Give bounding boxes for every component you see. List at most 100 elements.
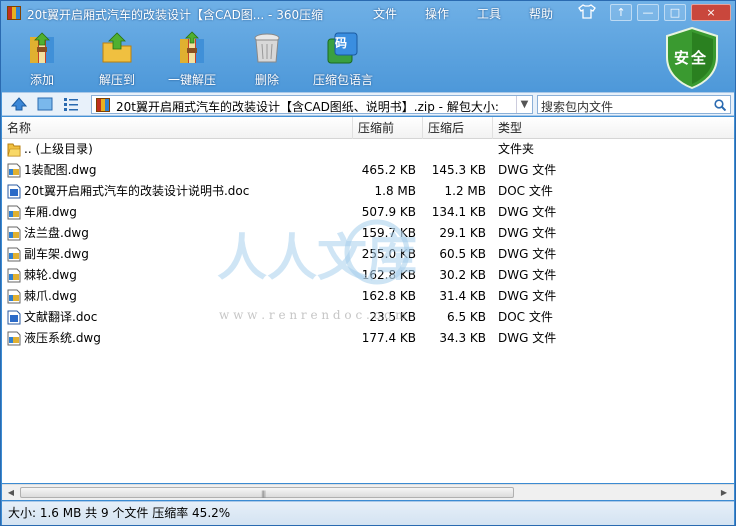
file-row[interactable]: 棘轮.dwg 162.8 KB 30.2 KB DWG 文件 — [2, 265, 734, 286]
search-icon[interactable] — [714, 99, 726, 111]
up-arrow-icon[interactable] — [11, 97, 27, 111]
file-row[interactable]: 棘爪.dwg 162.8 KB 31.4 KB DWG 文件 — [2, 286, 734, 307]
trash-can-icon — [254, 33, 280, 63]
compressed-size: 31.4 KB — [439, 289, 486, 303]
column-original-size[interactable]: 压缩前 — [353, 117, 423, 139]
extract-folder-icon — [102, 32, 132, 63]
compressed-size: 145.3 KB — [431, 163, 486, 177]
list-header: 名称 压缩前 压缩后 类型 — [2, 117, 734, 139]
feedback-button[interactable]: ↑ — [610, 4, 632, 21]
scroll-left-icon[interactable]: ◀ — [5, 487, 17, 499]
address-bar-row: 20t翼开启厢式汽车的改装设计【含CAD图纸、说明书】.zip - 解包大小: … — [2, 92, 734, 116]
archive-language-label: 压缩包语言 — [312, 73, 373, 87]
file-name: 法兰盘.dwg — [24, 226, 89, 240]
security-shield-button[interactable]: 安全 — [665, 26, 719, 90]
original-size: 23.5 KB — [369, 310, 416, 324]
file-type: DWG 文件 — [498, 331, 557, 345]
minimize-button[interactable]: — — [637, 4, 659, 21]
file-name: 文献翻译.doc — [24, 310, 98, 324]
file-type: DOC 文件 — [498, 184, 553, 198]
language-badge: 码 — [335, 36, 348, 50]
file-row[interactable]: 文献翻译.doc 23.5 KB 6.5 KB DOC 文件 — [2, 307, 734, 328]
chevron-down-icon[interactable]: ▼ — [516, 96, 532, 113]
menu-tools[interactable]: 工具 — [477, 5, 501, 22]
file-row[interactable]: 液压系统.dwg 177.4 KB 34.3 KB DWG 文件 — [2, 328, 734, 349]
file-type: 文件夹 — [498, 142, 535, 156]
menu-operate[interactable]: 操作 — [425, 5, 449, 22]
original-size: 255.0 KB — [361, 247, 416, 261]
file-name: 副车架.dwg — [24, 247, 89, 261]
grip-icon: ||| — [261, 490, 266, 498]
search-input[interactable]: 搜索包内文件 — [537, 95, 731, 114]
file-row[interactable]: .. (上级目录) 文件夹 — [2, 139, 734, 160]
delete-label: 删除 — [254, 73, 279, 87]
app-window: 20t翼开启厢式汽车的改装设计【含CAD图... - 360压缩 文件 操作 工… — [0, 0, 736, 526]
file-type: DWG 文件 — [498, 289, 557, 303]
file-name: 车厢.dwg — [24, 205, 77, 219]
file-row[interactable]: 副车架.dwg 255.0 KB 60.5 KB DWG 文件 — [2, 244, 734, 265]
file-type: DWG 文件 — [498, 268, 557, 282]
file-name: 液压系统.dwg — [24, 331, 101, 345]
file-type: DWG 文件 — [498, 226, 557, 240]
title-bar[interactable]: 20t翼开启厢式汽车的改装设计【含CAD图... - 360压缩 文件 操作 工… — [1, 1, 735, 25]
add-label: 添加 — [29, 73, 54, 87]
path-field[interactable]: 20t翼开启厢式汽车的改装设计【含CAD图纸、说明书】.zip - 解包大小: … — [91, 95, 533, 114]
archive-file-icon — [96, 98, 110, 112]
file-type: DOC 文件 — [498, 310, 553, 324]
file-type: DWG 文件 — [498, 247, 557, 261]
file-name: .. (上级目录) — [24, 142, 93, 156]
search-placeholder: 搜索包内文件 — [541, 100, 614, 114]
horizontal-scrollbar[interactable]: ◀ ||| ▶ — [2, 484, 734, 500]
scroll-right-icon[interactable]: ▶ — [718, 487, 730, 499]
skin-shirt-icon[interactable] — [576, 4, 598, 21]
security-label: 安全 — [674, 49, 709, 67]
file-list[interactable]: 名称 压缩前 压缩后 类型 .. (上级目录) 文件夹 1装配图.dwg 465.2 … — [2, 117, 734, 483]
close-button[interactable]: × — [691, 4, 731, 21]
compressed-size: 30.2 KB — [439, 268, 486, 282]
file-name: 棘轮.dwg — [24, 268, 77, 282]
extract-to-button[interactable]: 解压到 — [82, 31, 152, 89]
extract-to-label: 解压到 — [98, 73, 135, 87]
status-bar: 大小: 1.6 MB 共 9 个文件 压缩率 45.2% — [2, 501, 734, 525]
one-click-extract-button[interactable]: 一键解压 — [157, 31, 227, 89]
file-name: 棘爪.dwg — [24, 289, 77, 303]
menu-help[interactable]: 帮助 — [529, 5, 553, 22]
one-click-extract-label: 一键解压 — [167, 73, 216, 87]
file-name: 20t翼开启厢式汽车的改装设计说明书.doc — [24, 184, 250, 198]
original-size: 177.4 KB — [361, 331, 416, 345]
compressed-size: 60.5 KB — [439, 247, 486, 261]
compressed-size: 1.2 MB — [444, 184, 486, 198]
column-name[interactable]: 名称 — [2, 117, 353, 139]
original-size: 465.2 KB — [361, 163, 416, 177]
one-click-extract-icon — [180, 31, 204, 63]
large-icon-view-icon[interactable] — [37, 97, 53, 111]
file-type: DWG 文件 — [498, 205, 557, 219]
original-size: 159.7 KB — [361, 226, 416, 240]
column-compressed-size[interactable]: 压缩后 — [423, 117, 493, 139]
delete-button[interactable]: 删除 — [232, 31, 302, 89]
file-row[interactable]: 20t翼开启厢式汽车的改装设计说明书.doc 1.8 MB 1.2 MB DOC 文件 — [2, 181, 734, 202]
file-row[interactable]: 车厢.dwg 507.9 KB 134.1 KB DWG 文件 — [2, 202, 734, 223]
scrollbar-thumb[interactable]: ||| — [20, 487, 514, 498]
menu-file[interactable]: 文件 — [373, 5, 397, 22]
compressed-size: 6.5 KB — [447, 310, 486, 324]
add-archive-icon — [30, 32, 54, 63]
maximize-button[interactable]: □ — [664, 4, 686, 21]
column-type[interactable]: 类型 — [493, 117, 734, 139]
list-view-icon[interactable] — [63, 97, 79, 111]
archive-language-button[interactable]: 码 压缩包语言 — [307, 31, 379, 89]
archive-app-icon — [7, 6, 21, 20]
file-row[interactable]: 法兰盘.dwg 159.7 KB 29.1 KB DWG 文件 — [2, 223, 734, 244]
original-size: 162.8 KB — [361, 268, 416, 282]
compressed-size: 134.1 KB — [431, 205, 486, 219]
original-size: 1.8 MB — [374, 184, 416, 198]
compressed-size: 29.1 KB — [439, 226, 486, 240]
compressed-size: 34.3 KB — [439, 331, 486, 345]
file-row[interactable]: 1装配图.dwg 465.2 KB 145.3 KB DWG 文件 — [2, 160, 734, 181]
path-text: 20t翼开启厢式汽车的改装设计【含CAD图纸、说明书】.zip - 解包大小: — [116, 100, 499, 114]
add-button[interactable]: 添加 — [7, 31, 77, 89]
window-title: 20t翼开启厢式汽车的改装设计【含CAD图... - 360压缩 — [27, 8, 324, 22]
original-size: 162.8 KB — [361, 289, 416, 303]
original-size: 507.9 KB — [361, 205, 416, 219]
file-name: 1装配图.dwg — [24, 163, 97, 177]
